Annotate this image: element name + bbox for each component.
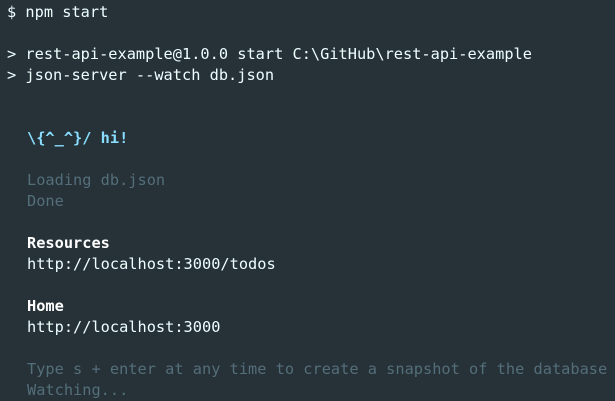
- npm-script-line: > rest-api-example@1.0.0 start C:\GitHub…: [7, 45, 532, 63]
- loading-status: Loading db.json: [27, 171, 166, 189]
- home-url[interactable]: http://localhost:3000: [7, 317, 615, 338]
- resources-heading: Resources: [27, 234, 110, 252]
- prompt-line: $ npm start: [7, 3, 109, 21]
- watching-status: Watching...: [27, 381, 129, 399]
- npm-command-line: > json-server --watch db.json: [7, 66, 275, 84]
- resources-url[interactable]: http://localhost:3000/todos: [7, 254, 615, 275]
- terminal-window[interactable]: $ npm start > rest-api-example@1.0.0 sta…: [0, 0, 615, 400]
- home-heading: Home: [27, 297, 64, 315]
- snapshot-hint: Type s + enter at any time to create a s…: [27, 360, 608, 378]
- greeting-text: \{^_^}/ hi!: [27, 129, 129, 147]
- done-status: Done: [27, 192, 64, 210]
